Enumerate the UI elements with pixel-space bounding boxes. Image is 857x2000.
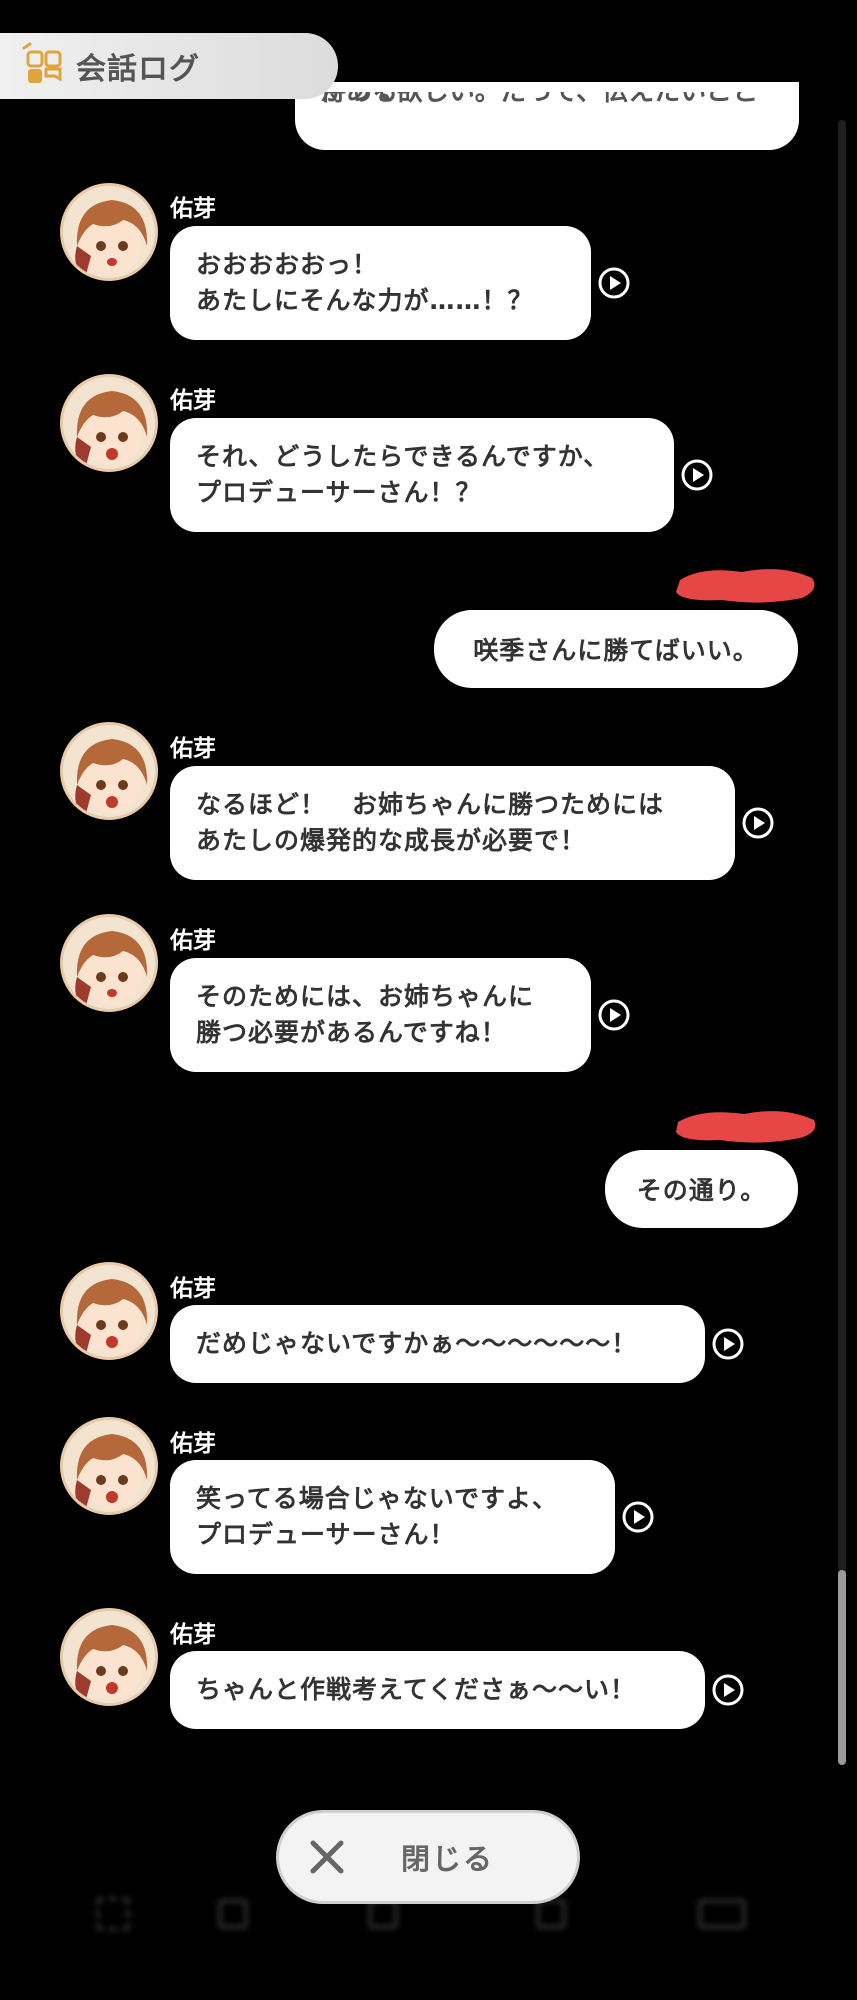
message-line: だめじゃないですかぁ～～～～～～！ — [196, 1329, 638, 1358]
message-bubble: それ、どうしたらできるんですか、 プロデューサーさん！？ — [170, 418, 674, 532]
skip-icon — [218, 1894, 258, 1934]
avatar — [60, 1417, 158, 1515]
message-line: なるほど！ お姉ちゃんに勝つためには — [196, 790, 665, 819]
character-avatar-icon — [75, 200, 148, 278]
play-voice-icon[interactable] — [680, 458, 714, 492]
redacted-name — [676, 569, 815, 603]
character-avatar-icon — [75, 1625, 148, 1703]
avatar — [60, 1262, 158, 1360]
message-line: おおおおおっ！ — [196, 250, 379, 279]
message-bubble: なるほど！ お姉ちゃんに勝つためには あたしの爆発的な成長が必要で！ — [170, 766, 735, 880]
message-bubble: 笑ってる場合じゃないですよ、 プロデューサーさん！ — [170, 1460, 615, 1574]
scrollbar-thumb[interactable] — [838, 1570, 846, 1765]
speaker-name: 佑芽 — [170, 928, 216, 954]
speaker-name: 佑芽 — [170, 1276, 216, 1302]
character-avatar-icon — [75, 931, 148, 1009]
menu-icon — [698, 1894, 756, 1934]
character-avatar-icon — [75, 1434, 148, 1512]
message-line: プロデューサーさん！ — [196, 1520, 456, 1549]
close-button[interactable]: 閉じる — [276, 1810, 580, 1904]
message-bubble: おおおおおっ！ あたしにそんな力が……！？ — [170, 226, 591, 340]
speaker-name: 佑芽 — [170, 736, 216, 762]
message-line: プロデューサーさん！？ — [196, 478, 482, 507]
scrollbar-track[interactable] — [838, 120, 846, 1765]
message-line: あたしの爆発的な成長が必要で！ — [196, 826, 587, 855]
message-line: それ、どうしたらできるんですか、 — [196, 442, 610, 471]
message-line: あたしにそんな力が……！？ — [196, 286, 534, 315]
message-line: ちゃんと作戦考えてくださぁ～～い！ — [196, 1675, 637, 1704]
message-bubble: ちゃんと作戦考えてくださぁ～～い！ — [170, 1651, 705, 1729]
character-avatar-icon — [75, 1279, 148, 1357]
avatar — [60, 183, 158, 281]
message-line: その通り。 — [636, 1176, 767, 1205]
play-voice-icon[interactable] — [741, 806, 775, 840]
avatar — [60, 722, 158, 820]
play-voice-icon[interactable] — [711, 1327, 745, 1361]
speaker-name: 佑芽 — [170, 388, 216, 414]
message-bubble: だめじゃないですかぁ～～～～～～！ — [170, 1305, 705, 1383]
close-icon — [310, 1840, 344, 1874]
player-message-bubble: その通り。 — [605, 1150, 798, 1228]
character-avatar-icon — [75, 739, 148, 817]
message-line: そのためには、お姉ちゃんに — [196, 982, 535, 1011]
speaker-name: 佑芽 — [170, 196, 216, 222]
redacted-name — [676, 1111, 816, 1143]
message-bubble: そのためには、お姉ちゃんに 勝つ必要があるんですね！ — [170, 958, 591, 1072]
play-voice-icon[interactable] — [711, 1673, 745, 1707]
page-title: 会話ログ — [76, 52, 200, 87]
avatar — [60, 914, 158, 1012]
speaker-name: 佑芽 — [170, 1431, 216, 1457]
avatar — [60, 1608, 158, 1706]
play-voice-icon[interactable] — [621, 1500, 655, 1534]
play-voice-icon[interactable] — [597, 266, 631, 300]
player-message-bubble: 咲季さんに勝てばいい。 — [434, 610, 798, 688]
avatar — [60, 374, 158, 472]
chat-log-icon — [22, 42, 62, 83]
speaker-name: 佑芽 — [170, 1622, 216, 1648]
partial-message-text: 待って欲しい。だって、伝えたいことがある — [320, 92, 759, 107]
message-line: 笑ってる場合じゃないですよ、 — [196, 1484, 559, 1513]
conversation-log-header: 会話ログ — [0, 33, 338, 99]
play-voice-icon[interactable] — [597, 998, 631, 1032]
close-button-label: 閉じる — [401, 1842, 495, 1876]
message-line: 咲季さんに勝てばいい。 — [473, 636, 759, 665]
fullscreen-icon — [96, 1894, 140, 1934]
character-avatar-icon — [75, 391, 148, 469]
message-line: 勝つ必要があるんですね！ — [196, 1018, 507, 1047]
conversation-log-screen: 会話ログ 待って欲しい。だって、伝えたいことがある 佑芽 おおおおおっ！ あたし… — [0, 0, 857, 2000]
